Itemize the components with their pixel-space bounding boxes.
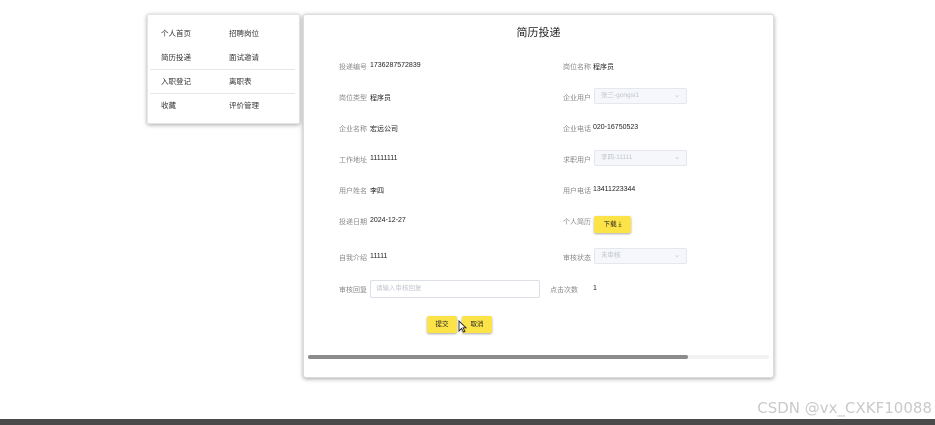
- menu-item-resume-delivery[interactable]: 简历投递: [161, 52, 191, 63]
- self-intro-label: 自我介绍: [339, 255, 367, 262]
- position-type-value: 程序员: [370, 95, 391, 102]
- review-reply-input[interactable]: 请输入审核回复: [370, 280, 540, 298]
- menu-item-job-posts[interactable]: 招聘岗位: [229, 28, 259, 39]
- menu-item-interview-invite[interactable]: 面试邀请: [229, 52, 259, 63]
- menu-item-resignation[interactable]: 离职表: [229, 76, 252, 87]
- chevron-down-icon: ⌄: [674, 252, 680, 259]
- work-address-label: 工作地址: [339, 157, 367, 164]
- delivery-no-value: 1736287572839: [370, 62, 421, 69]
- user-name-value: 李四: [370, 188, 384, 195]
- bottom-bar: [0, 419, 935, 425]
- mouse-cursor-icon: [458, 319, 468, 338]
- menu-item-reviews[interactable]: 评价管理: [229, 100, 259, 111]
- review-status-value: 未审核: [601, 252, 621, 259]
- position-type-label: 岗位类型: [339, 95, 367, 102]
- menu-divider: [150, 69, 295, 70]
- delivery-date-label: 投递日期: [339, 219, 367, 226]
- self-intro-value: 11111: [370, 253, 388, 260]
- company-phone-label: 企业电话: [563, 126, 591, 133]
- scrollbar-thumb[interactable]: [308, 355, 688, 359]
- company-name-value: 宏远公司: [370, 126, 398, 133]
- user-phone-value: 13411223344: [593, 186, 636, 193]
- job-seeker-label: 求职用户: [563, 157, 591, 164]
- review-reply-label: 审核回复: [339, 287, 367, 294]
- resume-delivery-form: 简历投递 投递编号 1736287572839 岗位名称 程序员 岗位类型 程序…: [303, 14, 774, 378]
- menu-item-favorites[interactable]: 收藏: [161, 100, 176, 111]
- menu-item-onboarding[interactable]: 入职登记: [161, 76, 191, 87]
- menu-divider: [150, 93, 295, 94]
- company-user-label: 企业用户: [563, 95, 591, 102]
- work-address-value: 11111111: [370, 155, 398, 162]
- horizontal-scrollbar[interactable]: [308, 355, 769, 359]
- position-name-value: 程序员: [593, 64, 614, 71]
- chevron-down-icon: ⌄: [674, 154, 680, 161]
- side-menu: 个人首页 招聘岗位 简历投递 面试邀请 入职登记 离职表 收藏 评价管理: [147, 14, 300, 124]
- download-resume-button[interactable]: 下载 ⤓: [594, 216, 631, 233]
- review-status-label: 审核状态: [563, 255, 591, 262]
- user-phone-label: 用户电话: [563, 188, 591, 195]
- watermark: CSDN @vx_CXKF10088: [757, 399, 932, 417]
- chevron-down-icon: ⌄: [674, 92, 680, 99]
- views-value: 1: [593, 285, 597, 292]
- delivery-no-label: 投递编号: [339, 64, 367, 71]
- user-name-label: 用户姓名: [339, 188, 367, 195]
- job-seeker-value: 李四-11111: [601, 154, 633, 161]
- company-user-select[interactable]: 张三-gongsi1 ⌄: [594, 88, 687, 104]
- submit-button[interactable]: 提交: [427, 316, 457, 333]
- position-name-label: 岗位名称: [563, 64, 591, 71]
- delivery-date-value: 2024-12-27: [370, 217, 406, 224]
- review-status-select[interactable]: 未审核 ⌄: [594, 248, 687, 264]
- company-user-value: 张三-gongsi1: [601, 92, 639, 99]
- menu-item-personal-home[interactable]: 个人首页: [161, 28, 191, 39]
- views-label: 点击次数: [550, 287, 578, 294]
- company-name-label: 企业名称: [339, 126, 367, 133]
- form-title: 简历投递: [516, 27, 561, 39]
- company-phone-value: 020-16750523: [593, 124, 639, 131]
- job-seeker-select[interactable]: 李四-11111 ⌄: [594, 150, 687, 166]
- resume-label: 个人简历: [563, 219, 591, 226]
